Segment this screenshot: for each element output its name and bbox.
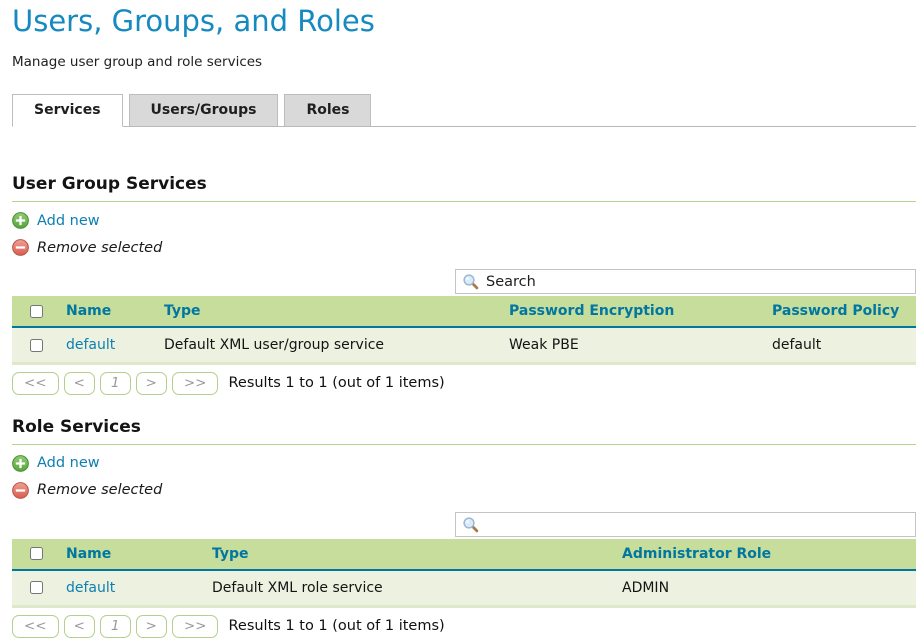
tab-bar: Services Users/Groups Roles [12, 94, 916, 127]
row-checkbox[interactable] [30, 339, 43, 352]
prev-page-button[interactable]: < [64, 372, 95, 395]
remove-selected-link[interactable]: Remove selected [37, 240, 162, 256]
results-text: Results 1 to 1 (out of 1 items) [228, 618, 444, 634]
current-page-button[interactable]: 1 [100, 372, 131, 395]
add-new-link[interactable]: Add new [37, 455, 100, 471]
add-icon [12, 455, 29, 472]
user-group-services-section: User Group Services Add new [12, 174, 916, 395]
add-new-row: Add new [12, 212, 916, 229]
role-services-heading: Role Services [12, 417, 916, 445]
user-group-services-table: Name Type Password Encryption Password P… [12, 296, 916, 365]
table-header-row: Name Type Password Encryption Password P… [12, 296, 916, 327]
column-header-name[interactable]: Name [60, 296, 158, 327]
search-row [12, 269, 916, 294]
service-type-cell: Default XML user/group service [158, 327, 503, 364]
remove-icon [12, 482, 29, 499]
search-input[interactable] [455, 269, 916, 294]
column-header-type[interactable]: Type [206, 539, 616, 570]
select-all-checkbox[interactable] [30, 547, 43, 560]
role-services-section: Role Services Add new Remove selected [12, 417, 916, 638]
service-name-link[interactable]: default [66, 580, 115, 596]
password-policy-cell: default [766, 327, 916, 364]
current-page-button[interactable]: 1 [100, 615, 131, 638]
column-header-administrator-role[interactable]: Administrator Role [616, 539, 916, 570]
last-page-button[interactable]: >> [172, 615, 219, 638]
remove-selected-link[interactable]: Remove selected [37, 482, 162, 498]
remove-icon [12, 239, 29, 256]
next-page-button[interactable]: > [136, 615, 167, 638]
user-group-services-heading: User Group Services [12, 174, 916, 202]
tab-services[interactable]: Services [12, 94, 123, 127]
pagination: << < 1 > >> Results 1 to 1 (out of 1 ite… [12, 372, 916, 395]
add-new-row: Add new [12, 455, 916, 472]
table-header-row: Name Type Administrator Role [12, 539, 916, 570]
tab-users-groups[interactable]: Users/Groups [129, 94, 279, 127]
column-header-password-encryption[interactable]: Password Encryption [503, 296, 766, 327]
column-header-name[interactable]: Name [60, 539, 206, 570]
users-groups-roles-page: Users, Groups, and Roles Manage user gro… [0, 0, 917, 638]
table-row: default Default XML role service ADMIN [12, 570, 916, 607]
password-encryption-cell: Weak PBE [503, 327, 766, 364]
remove-selected-row: Remove selected [12, 239, 916, 256]
role-services-table: Name Type Administrator Role default Def… [12, 539, 916, 608]
first-page-button[interactable]: << [12, 615, 59, 638]
service-name-link[interactable]: default [66, 337, 115, 353]
service-type-cell: Default XML role service [206, 570, 616, 607]
column-header-password-policy[interactable]: Password Policy [766, 296, 916, 327]
prev-page-button[interactable]: < [64, 615, 95, 638]
next-page-button[interactable]: > [136, 372, 167, 395]
last-page-button[interactable]: >> [172, 372, 219, 395]
results-text: Results 1 to 1 (out of 1 items) [228, 375, 444, 391]
row-checkbox[interactable] [30, 581, 43, 594]
column-header-type[interactable]: Type [158, 296, 503, 327]
remove-selected-row: Remove selected [12, 482, 916, 499]
administrator-role-cell: ADMIN [616, 570, 916, 607]
table-row: default Default XML user/group service W… [12, 327, 916, 364]
select-all-checkbox[interactable] [30, 305, 43, 318]
search-row [12, 512, 916, 537]
pagination: << < 1 > >> Results 1 to 1 (out of 1 ite… [12, 615, 916, 638]
first-page-button[interactable]: << [12, 372, 59, 395]
page-title: Users, Groups, and Roles [12, 4, 916, 38]
add-icon [12, 212, 29, 229]
search-input[interactable] [455, 512, 916, 537]
tab-roles[interactable]: Roles [284, 94, 371, 127]
page-subtitle: Manage user group and role services [12, 54, 916, 70]
add-new-link[interactable]: Add new [37, 213, 100, 229]
